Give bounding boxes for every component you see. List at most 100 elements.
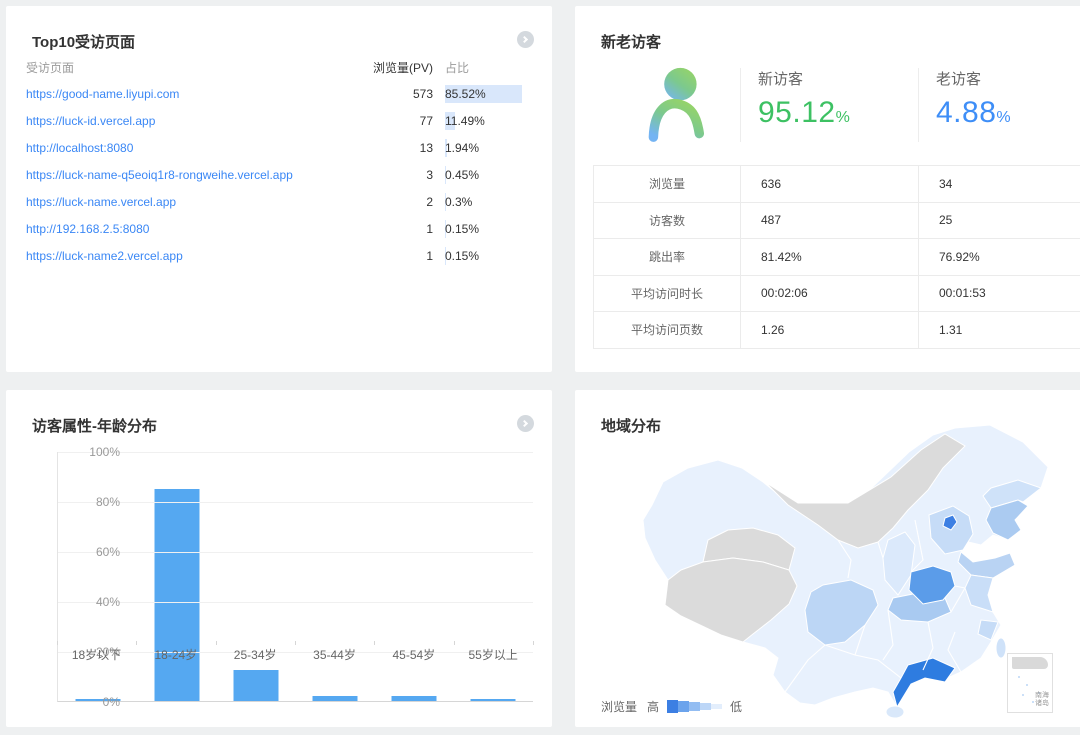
page-ratio-value: 0.15% [445,222,479,236]
page-ratio-cell: 0.45% [433,168,532,182]
metric-old-value: 00:01:53 [919,276,1080,313]
page-ratio-value: 0.3% [445,195,472,209]
metric-label: 访客数 [594,203,741,240]
page-url-link[interactable]: http://192.168.2.5:8080 [26,222,149,236]
top-pages-card: Top10受访页面 受访页面 浏览量(PV) 占比 https://good-n… [6,6,552,372]
page-url-link[interactable]: https://good-name.liyupi.com [26,87,179,101]
legend-gradient-wedge [667,700,722,713]
page-pv-value: 2 [359,195,433,209]
page-pv-value: 13 [359,141,433,155]
visitors-title: 新老访客 [601,31,661,52]
metric-label: 平均访问页数 [594,312,741,349]
age-bar[interactable] [471,699,516,701]
x-tick-label: 45-54岁 [374,646,453,663]
page-ratio-cell: 0.3% [433,195,532,209]
age-bar[interactable] [233,670,278,702]
metric-row: 跳出率 81.42% 76.92% [594,239,1080,276]
y-tick-label: 80% [80,495,120,509]
page-ratio-cell: 1.94% [433,141,532,155]
chevron-right-icon [521,419,528,426]
metric-old-value: 25 [919,203,1080,240]
new-visitor-label: 新访客 [758,68,910,89]
y-tick-label: 40% [80,595,120,609]
col-page: 受访页面 [26,59,359,76]
top-pages-table: 受访页面 浏览量(PV) 占比 https://good-name.liyupi… [6,54,552,269]
y-tick-label: 0% [80,695,120,709]
new-visitor-stat: 新访客 95.12% [740,68,910,142]
page-url-link[interactable]: https://luck-name-q5eoiq1r8-rongweihe.ve… [26,168,293,182]
page-pv-value: 77 [359,114,433,128]
china-map[interactable] [593,420,1063,720]
page-row: http://localhost:8080 13 1.94% [6,134,552,161]
page-pv-value: 573 [359,87,433,101]
page-ratio-value: 0.45% [445,168,479,182]
page-pv-value: 1 [359,249,433,263]
age-bar-plot [57,452,533,702]
page-row: https://luck-id.vercel.app 77 11.49% [6,107,552,134]
metric-new-value: 636 [741,166,919,203]
page-row: http://192.168.2.5:8080 1 0.15% [6,215,552,242]
metric-old-value: 34 [919,166,1080,203]
old-visitor-label: 老访客 [936,68,1080,89]
col-pv: 浏览量(PV) [359,59,433,76]
y-tick-label: 100% [80,445,120,459]
map-legend: 浏览量 高 低 [601,698,742,715]
metric-new-value: 81.42% [741,239,919,276]
x-tick-label: 35-44岁 [295,646,374,663]
page-pv-value: 3 [359,168,433,182]
page-url-link[interactable]: https://luck-name.vercel.app [26,195,176,209]
old-visitor-value: 4.88 [936,96,996,129]
visitor-metrics-table: 浏览量 636 34 访客数 487 25 跳出率 81.42% 76.92% … [593,165,1080,349]
page-ratio-cell: 0.15% [433,222,532,236]
old-visitor-stat: 老访客 4.88% [918,68,1080,142]
age-bar[interactable] [313,696,358,701]
metric-label: 平均访问时长 [594,276,741,313]
visitors-card: 新老访客 新访客 95.12% 老访客 4.88% 浏览量 636 34 访客数… [575,6,1080,372]
inset-land-blob [1012,657,1048,669]
legend-high-label: 高 [647,698,659,715]
x-tick-label: 55岁以上 [454,646,533,663]
col-ratio: 占比 [433,59,532,76]
metric-old-value: 76.92% [919,239,1080,276]
age-chart-card: 访客属性-年龄分布 0%20%40%60%80%100% 18岁以下18-24岁… [6,390,552,727]
metric-row: 平均访问页数 1.26 1.31 [594,312,1080,349]
province-taiwan[interactable] [996,638,1006,658]
visitor-person-icon [630,58,720,148]
top-pages-title: Top10受访页面 [32,31,135,52]
x-tick-label: 25-34岁 [216,646,295,663]
metric-row: 浏览量 636 34 [594,166,1080,203]
x-tick-label: 18岁以下 [57,646,136,663]
page-ratio-cell: 11.49% [433,114,532,128]
province-hainan[interactable] [886,706,904,718]
metric-new-value: 487 [741,203,919,240]
page-ratio-value: 1.94% [445,141,479,155]
metric-row: 平均访问时长 00:02:06 00:01:53 [594,276,1080,313]
age-bar[interactable] [392,696,437,701]
metric-new-value: 1.26 [741,312,919,349]
x-tick-label: 18-24岁 [136,646,215,663]
age-bars [58,452,533,701]
page-ratio-value: 85.52% [445,87,486,101]
metric-new-value: 00:02:06 [741,276,919,313]
age-chart-title: 访客属性-年龄分布 [32,415,157,436]
page-row: https://good-name.liyupi.com 573 85.52% [6,80,552,107]
page-url-link[interactable]: https://luck-id.vercel.app [26,114,155,128]
metric-old-value: 1.31 [919,312,1080,349]
legend-metric-label: 浏览量 [601,698,637,715]
age-chart-more-button[interactable] [517,415,534,432]
region-map-card: 地域分布 [575,390,1080,727]
page-url-link[interactable]: http://localhost:8080 [26,141,133,155]
age-bar[interactable] [154,489,199,702]
new-visitor-value: 95.12 [758,96,836,129]
inset-label: 南海诸岛 [1035,692,1049,708]
percent-sign: % [836,109,851,126]
page-ratio-value: 11.49% [445,114,485,128]
metric-label: 跳出率 [594,239,741,276]
top-pages-more-button[interactable] [517,31,534,48]
chevron-right-icon [521,35,528,42]
page-pv-value: 1 [359,222,433,236]
percent-sign: % [996,109,1011,126]
page-url-link[interactable]: https://luck-name2.vercel.app [26,249,183,263]
top-pages-tbody: https://good-name.liyupi.com 573 85.52% … [6,80,552,269]
y-tick-label: 60% [80,545,120,559]
